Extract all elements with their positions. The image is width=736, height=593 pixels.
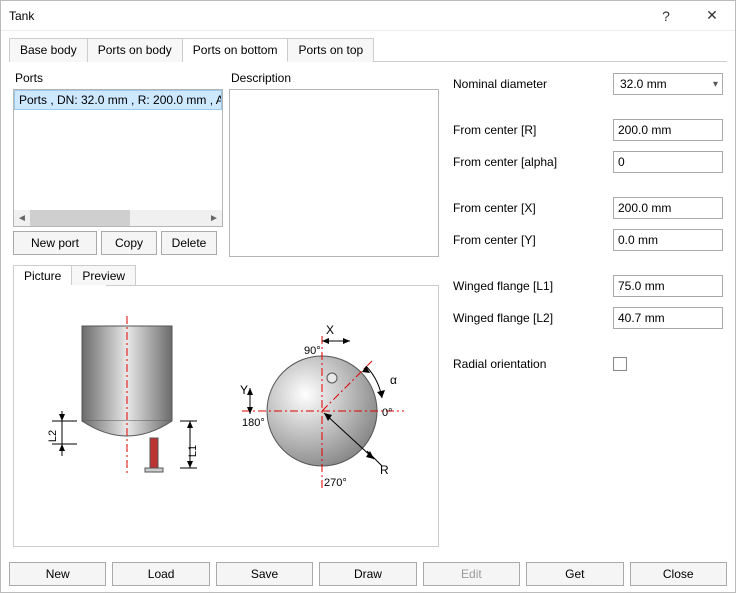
ports-button-row: New port Copy Delete (13, 231, 217, 255)
ports-listbox[interactable]: Ports , DN: 32.0 mm , R: 200.0 mm , A: 0… (13, 89, 223, 227)
from-center-alpha-input[interactable] (613, 151, 723, 173)
diagram-x-label: X (326, 323, 334, 337)
diagram-l2-label: L2 (47, 430, 59, 442)
description-textbox[interactable] (229, 89, 439, 257)
nominal-diameter-select[interactable]: 32.0 mm ▾ (613, 73, 723, 95)
save-button[interactable]: Save (216, 562, 313, 586)
picture-panel: L1 L2 X (13, 285, 439, 547)
label-nominal-diameter: Nominal diameter (453, 77, 613, 91)
window-title: Tank (9, 9, 34, 23)
winged-flange-l2-input[interactable] (613, 307, 723, 329)
scroll-left-icon[interactable]: ◄ (14, 210, 30, 226)
from-center-x-input[interactable] (613, 197, 723, 219)
close-button[interactable]: Close (630, 562, 727, 586)
radial-orientation-checkbox[interactable] (613, 357, 627, 371)
dialog-tank: Tank ? ✕ Base body Ports on body Ports o… (0, 0, 736, 593)
nominal-diameter-value: 32.0 mm (620, 77, 667, 91)
winged-flange-l1-input[interactable] (613, 275, 723, 297)
scroll-thumb[interactable] (30, 210, 130, 226)
diagram-90-label: 90° (304, 345, 321, 357)
dialog-body: Ports Description Ports , DN: 32.0 mm , … (9, 59, 727, 556)
help-button[interactable]: ? (643, 1, 689, 31)
diagram-alpha-label: α (390, 373, 397, 387)
new-port-button[interactable]: New port (13, 231, 97, 255)
from-center-r-input[interactable] (613, 119, 723, 141)
get-button[interactable]: Get (526, 562, 623, 586)
label-from-center-r: From center [R] (453, 123, 613, 137)
diagram-0-label: 0° (382, 407, 393, 419)
tab-picture[interactable]: Picture (13, 265, 72, 287)
new-button[interactable]: New (9, 562, 106, 586)
diagram-r-label: R (380, 463, 389, 477)
edit-button[interactable]: Edit (423, 562, 520, 586)
scroll-right-icon[interactable]: ► (206, 210, 222, 226)
copy-port-button[interactable]: Copy (101, 231, 157, 255)
load-button[interactable]: Load (112, 562, 209, 586)
help-icon: ? (662, 8, 670, 24)
delete-port-button[interactable]: Delete (161, 231, 217, 255)
tab-preview[interactable]: Preview (72, 265, 136, 287)
picture-tabs: Picture Preview (13, 265, 136, 287)
diagram-y-label: Y (240, 383, 248, 397)
close-window-button[interactable]: ✕ (689, 1, 735, 31)
label-radial-orientation: Radial orientation (453, 357, 613, 371)
ports-label: Ports (15, 71, 43, 85)
diagram-270-label: 270° (324, 477, 347, 489)
label-from-center-x: From center [X] (453, 201, 613, 215)
ports-list-scrollbar[interactable]: ◄ ► (14, 210, 222, 226)
draw-button[interactable]: Draw (319, 562, 416, 586)
chevron-down-icon: ▾ (713, 79, 718, 90)
label-from-center-alpha: From center [alpha] (453, 155, 613, 169)
label-winged-flange-l2: Winged flange [L2] (453, 311, 613, 325)
from-center-y-input[interactable] (613, 229, 723, 251)
label-from-center-y: From center [Y] (453, 233, 613, 247)
close-icon: ✕ (706, 7, 718, 24)
port-form: Nominal diameter 32.0 mm ▾ From center [… (453, 71, 727, 383)
port-diagram: L1 L2 X (32, 316, 422, 526)
footer-buttons: New Load Save Draw Edit Get Close (9, 562, 727, 586)
label-winged-flange-l1: Winged flange [L1] (453, 279, 613, 293)
list-item[interactable]: Ports , DN: 32.0 mm , R: 200.0 mm , A: 0 (14, 90, 222, 110)
titlebar: Tank ? ✕ (1, 1, 735, 31)
scroll-track[interactable] (30, 210, 206, 226)
diagram-l1-label: L1 (187, 445, 199, 457)
diagram-180-label: 180° (242, 417, 265, 429)
description-label: Description (231, 71, 291, 85)
